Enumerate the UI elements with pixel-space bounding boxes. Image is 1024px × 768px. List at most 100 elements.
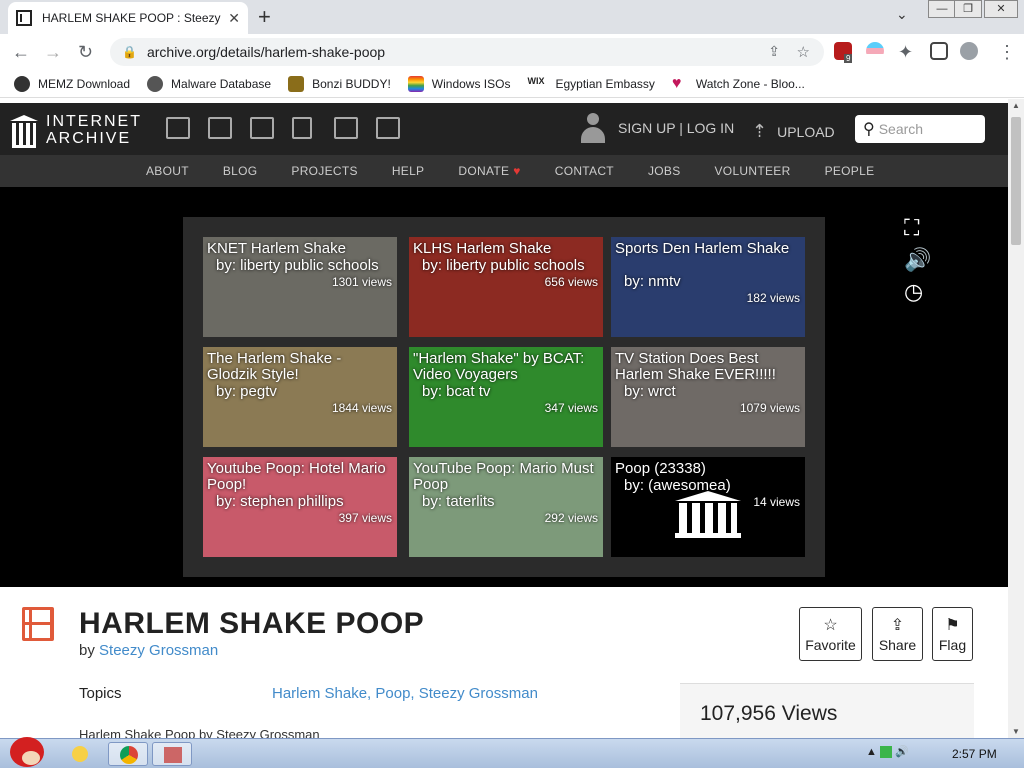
related-video-tile[interactable]: TV Station Does Best Harlem Shake EVER!!…	[611, 347, 805, 447]
tab-close-icon[interactable]: ✕	[228, 10, 240, 27]
explorer-taskbar-icon[interactable]	[60, 742, 100, 766]
flag-button[interactable]: ⚑ Flag	[932, 607, 973, 661]
video-author: by: liberty public schools	[422, 257, 585, 274]
scroll-thumb[interactable]	[1011, 117, 1021, 245]
related-video-tile[interactable]: KNET Harlem Shake by: liberty public sch…	[203, 237, 397, 337]
video-author: by: stephen phillips	[216, 493, 344, 510]
start-button[interactable]	[6, 731, 46, 768]
topics-links[interactable]: Harlem Shake, Poop, Steezy Grossman	[272, 685, 538, 702]
software-floppy-icon[interactable]	[334, 117, 358, 139]
extensions-puzzle-icon[interactable]: ✦	[898, 42, 913, 63]
bookmark-star-icon[interactable]: ☆	[797, 43, 810, 61]
texts-book-icon[interactable]	[208, 117, 232, 139]
heart-icon: ♥	[671, 74, 682, 92]
nav-projects[interactable]: PROJECTS	[291, 164, 357, 178]
clock-icon[interactable]: ◷	[904, 279, 923, 305]
profile-avatar-icon[interactable]	[960, 42, 978, 60]
search-icon: ⚲	[863, 121, 875, 138]
url-text[interactable]: archive.org/details/harlem-shake-poop	[147, 44, 385, 60]
video-views: 1844 views	[331, 401, 392, 415]
address-bar[interactable]: 🔒 archive.org/details/harlem-shake-poop …	[110, 38, 824, 66]
nav-help[interactable]: HELP	[392, 164, 425, 178]
topics-label: Topics	[79, 685, 122, 702]
browser-toolbar: ← → ↻ 🔒 archive.org/details/harlem-shake…	[0, 34, 1024, 70]
bookmarks-bar: MEMZ Download Malware Database Bonzi BUD…	[0, 70, 1024, 98]
video-author: by: (awesomea)	[624, 477, 731, 494]
archive-favicon-icon	[16, 10, 32, 26]
video-title: Sports Den Harlem Shake	[615, 240, 790, 257]
upload-link[interactable]: ⇡ UPLOAD	[752, 121, 835, 142]
related-video-tile[interactable]: Sports Den Harlem Shake by: nmtv 182 vie…	[611, 237, 805, 337]
bookmark-windows-isos[interactable]: Windows ISOs	[407, 75, 510, 92]
forward-arrow-icon[interactable]: →	[44, 42, 62, 63]
bookmark-memz[interactable]: MEMZ Download	[14, 75, 130, 92]
favorite-button[interactable]: ☆ Favorite	[799, 607, 862, 661]
account-block: SIGN UP | LOG IN	[580, 113, 734, 143]
video-views: 1079 views	[739, 401, 800, 415]
close-window-button[interactable]: ✕	[984, 0, 1018, 18]
related-video-tile[interactable]: Youtube Poop: Hotel Mario Poop! by: step…	[203, 457, 397, 557]
share-icon: ⇪	[890, 617, 905, 634]
related-video-tile[interactable]: The Harlem Shake - Glodzik Style! by: pe…	[203, 347, 397, 447]
video-author: by: pegtv	[216, 383, 277, 400]
page-scrollbar[interactable]: ▲ ▼	[1008, 99, 1024, 738]
web-archive-icon[interactable]	[166, 117, 190, 139]
related-video-tile[interactable]: Poop (23338) by: (awesomea) 14 views	[611, 457, 805, 557]
browser-tab-strip: HARLEM SHAKE POOP : Steezy Grossman ✕ + …	[0, 0, 1024, 34]
author-link[interactable]: Steezy Grossman	[99, 642, 218, 659]
site-search-input[interactable]: ⚲ Search	[855, 115, 985, 143]
archive-temple-icon	[10, 115, 38, 148]
images-icon[interactable]	[376, 117, 400, 139]
nav-jobs[interactable]: JOBS	[648, 164, 681, 178]
video-film-icon[interactable]	[250, 117, 274, 139]
nav-people[interactable]: PEOPLE	[825, 164, 875, 178]
audio-speaker-icon[interactable]	[292, 117, 312, 139]
fullscreen-icon[interactable]: ⛶	[904, 215, 920, 241]
video-title: YouTube Poop: Mario Must Poop	[413, 460, 594, 493]
web-page: INTERNET ARCHIVE SIGN UP | LOG IN ⇡ UPLO…	[0, 99, 1008, 738]
browser-menu-icon[interactable]: ⋮	[998, 42, 1016, 63]
tab-search-chevron-icon[interactable]: ⌄	[896, 6, 908, 23]
bookmark-bonzi-buddy[interactable]: Bonzi BUDDY!	[288, 75, 391, 92]
share-button[interactable]: ⇪ Share	[872, 607, 923, 661]
video-title: Youtube Poop: Hotel Mario Poop!	[207, 460, 386, 493]
related-video-tile[interactable]: "Harlem Shake" by BCAT: Video Voyagers b…	[409, 347, 603, 447]
bookmark-malware-database[interactable]: Malware Database	[147, 75, 271, 92]
bookmark-watch-zone[interactable]: ♥ Watch Zone - Bloo...	[671, 74, 805, 92]
item-title: HARLEM SHAKE POOP	[79, 607, 425, 640]
video-player[interactable]: KNET Harlem Shake by: liberty public sch…	[183, 217, 825, 577]
nav-volunteer[interactable]: VOLUNTEER	[715, 164, 791, 178]
new-tab-button[interactable]: +	[258, 4, 271, 30]
minimize-button[interactable]: —	[928, 0, 956, 18]
app-taskbar-icon[interactable]	[152, 742, 192, 766]
scroll-up-arrow-icon[interactable]: ▲	[1012, 101, 1020, 110]
chrome-taskbar-icon[interactable]	[108, 742, 148, 766]
scroll-down-arrow-icon[interactable]: ▼	[1012, 727, 1020, 736]
reload-icon[interactable]: ↻	[78, 42, 93, 63]
side-panel-icon[interactable]	[930, 42, 948, 60]
nav-contact[interactable]: CONTACT	[555, 164, 614, 178]
ia-header: INTERNET ARCHIVE SIGN UP | LOG IN ⇡ UPLO…	[0, 103, 1008, 155]
system-tray[interactable]: ▲ 🔊	[866, 745, 909, 759]
volume-icon[interactable]: 🔊	[904, 247, 931, 273]
extension-flag-icon[interactable]	[866, 42, 884, 60]
nav-about[interactable]: ABOUT	[146, 164, 189, 178]
video-title: Poop (23338)	[615, 460, 706, 477]
video-title: The Harlem Shake - Glodzik Style!	[207, 350, 342, 383]
bookmark-egyptian-embassy[interactable]: WIX Egyptian Embassy	[527, 75, 655, 92]
browser-tab-active[interactable]: HARLEM SHAKE POOP : Steezy Grossman ✕	[8, 2, 248, 34]
share-page-icon[interactable]: ⇪	[768, 43, 780, 60]
related-video-tile[interactable]: YouTube Poop: Mario Must Poop by: taterl…	[409, 457, 603, 557]
related-video-tile[interactable]: KLHS Harlem Shake by: liberty public sch…	[409, 237, 603, 337]
nav-donate[interactable]: DONATE ♥	[458, 164, 520, 178]
nav-blog[interactable]: BLOG	[223, 164, 258, 178]
video-views: 1301 views	[331, 275, 392, 289]
ia-logo[interactable]: INTERNET ARCHIVE	[10, 113, 142, 148]
bonzi-icon	[288, 75, 305, 92]
back-arrow-icon[interactable]: ←	[12, 42, 30, 63]
signin-link[interactable]: SIGN UP | LOG IN	[618, 120, 734, 136]
video-theater: KNET Harlem Shake by: liberty public sch…	[0, 187, 1008, 587]
network-icon	[879, 746, 892, 759]
restore-button[interactable]: ❐	[954, 0, 982, 18]
video-views: 182 views	[746, 291, 800, 305]
